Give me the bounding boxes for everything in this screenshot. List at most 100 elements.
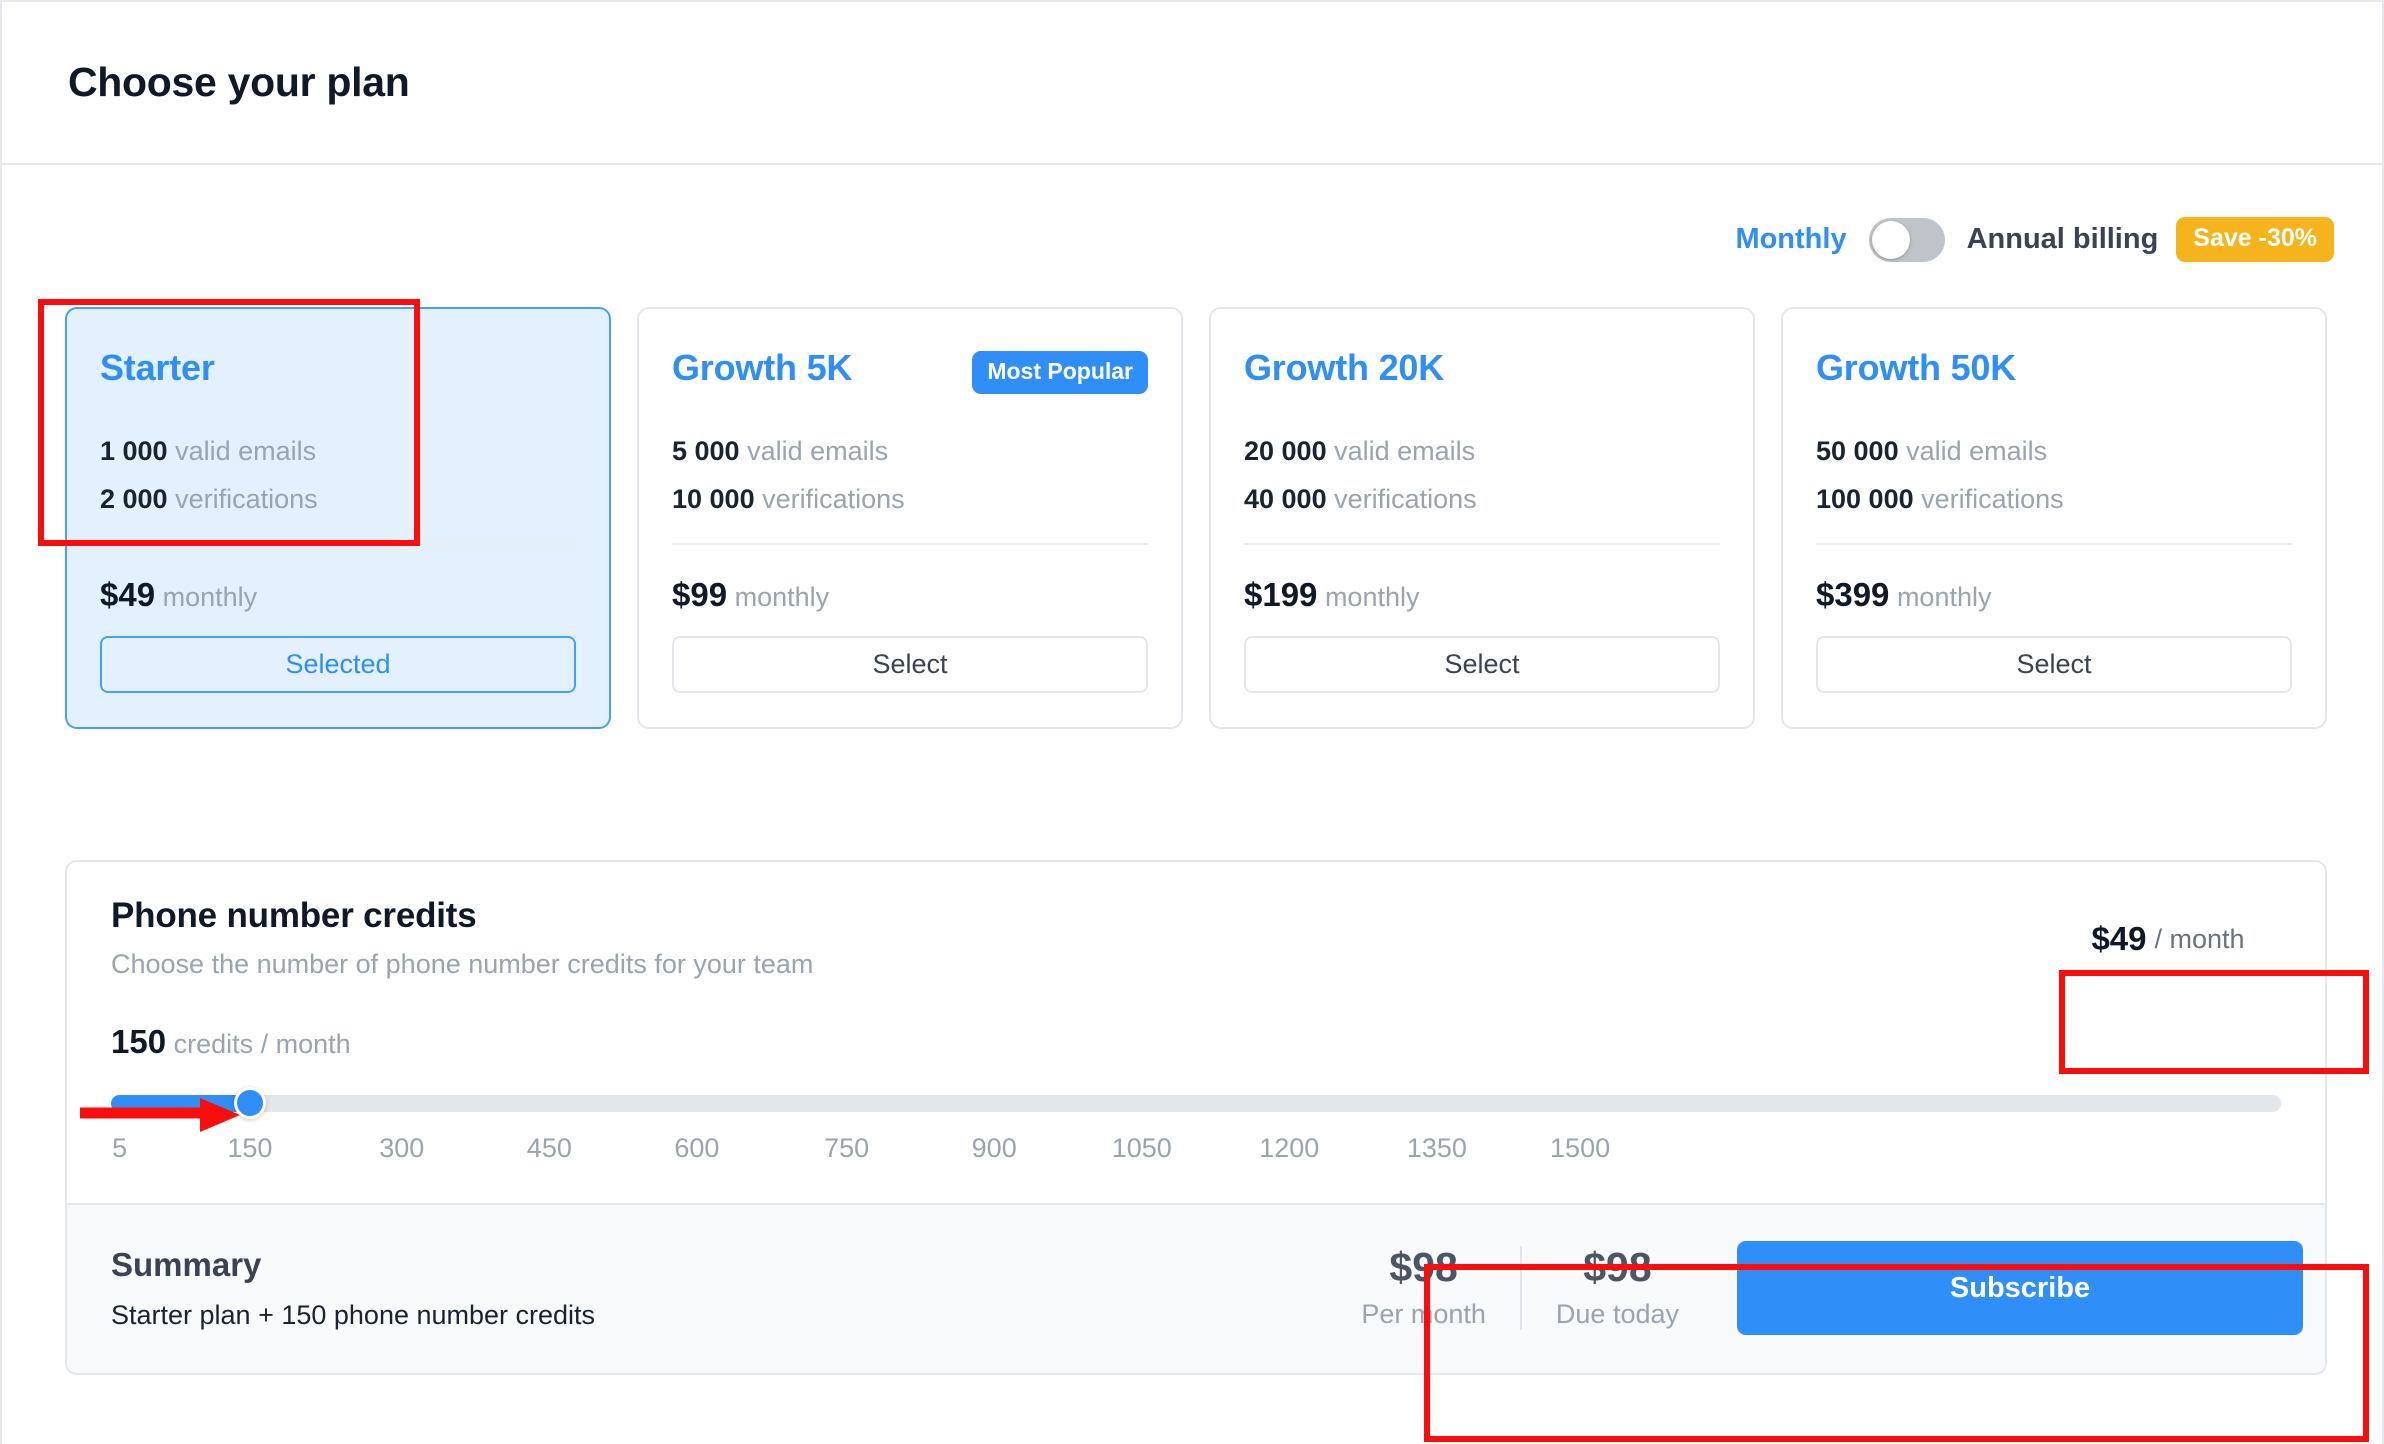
page-header: Choose your plan	[2, 2, 2382, 165]
summary-title: Summary	[111, 1245, 262, 1283]
phone-credits-slider[interactable]	[111, 1087, 2281, 1119]
phone-credits-body: Phone number credits Choose the number o…	[67, 862, 2325, 1203]
phone-credits-title: Phone number credits	[111, 896, 477, 935]
plan-feature-emails-label: valid emails	[1334, 436, 1476, 466]
plan-divider	[672, 542, 1148, 545]
phone-credits-subtitle: Choose the number of phone number credit…	[111, 949, 814, 979]
plan-header: Growth 20K	[1244, 349, 1720, 397]
plan-features: 1 000 valid emails 2 000 verifications	[100, 435, 576, 517]
plan-price-amount: $399	[1816, 575, 1890, 613]
slider-tick: 1050	[1111, 1133, 1172, 1163]
plan-card-growth-50k[interactable]: Growth 50K 50 000 valid emails 100 000 v…	[1781, 307, 2327, 729]
plan-price: $399 monthly	[1816, 576, 2292, 614]
plan-feature-verifications-label: verifications	[1921, 483, 2064, 514]
plan-feature-verifications-value: 10 000	[672, 483, 755, 514]
plan-divider	[1244, 542, 1720, 545]
slider-tick: 1200	[1259, 1133, 1320, 1163]
plan-select-button-growth-50k[interactable]: Select	[1816, 635, 2292, 693]
plan-name: Growth 20K	[1244, 347, 1445, 388]
plan-price-amount: $99	[672, 575, 728, 613]
per-month-label: Per month	[1361, 1299, 1486, 1330]
slider-track[interactable]	[111, 1095, 2281, 1112]
plan-feature-emails: 5 000 valid emails	[672, 435, 1148, 469]
slider-tick: 300	[379, 1133, 425, 1163]
due-today-label: Due today	[1555, 1299, 1679, 1330]
plan-price: $199 monthly	[1244, 576, 1720, 614]
total-due-today: $98 Due today	[1519, 1243, 1713, 1331]
plan-header: Starter	[100, 349, 576, 397]
plan-select-button-growth-20k[interactable]: Select	[1244, 635, 1720, 693]
plan-features: 50 000 valid emails 100 000 verification…	[1816, 435, 2292, 517]
slider-tick: 1500	[1550, 1133, 1611, 1163]
most-popular-badge: Most Popular	[972, 351, 1148, 394]
per-month-amount: $98	[1389, 1243, 1458, 1290]
plan-feature-emails-label: valid emails	[175, 436, 317, 466]
slider-tick: 900	[971, 1133, 1017, 1163]
billing-annual-label[interactable]: Annual billing	[1967, 223, 2159, 256]
slider-fill	[111, 1095, 250, 1112]
plan-select-button-starter[interactable]: Selected	[100, 635, 576, 693]
plan-feature-verifications: 40 000 verifications	[1244, 483, 1720, 517]
pricing-page: Choose your plan Monthly Annual billing …	[0, 0, 2384, 1444]
plan-feature-emails-label: valid emails	[1906, 436, 2048, 466]
plan-price: $99 monthly	[672, 576, 1148, 614]
slider-tick: 450	[526, 1133, 572, 1163]
plan-price-period: monthly	[162, 581, 258, 612]
slider-tick: 1350	[1406, 1133, 1467, 1163]
plan-feature-emails-value: 5 000	[672, 436, 740, 466]
plan-divider	[100, 542, 576, 545]
plan-feature-emails: 50 000 valid emails	[1816, 435, 2292, 469]
plan-card-starter[interactable]: Starter 1 000 valid emails 2 000 verific…	[65, 307, 611, 729]
plan-price-amount: $49	[100, 575, 156, 613]
plan-feature-verifications-value: 40 000	[1244, 483, 1327, 514]
billing-period-switcher: Monthly Annual billing Save -30%	[1735, 217, 2334, 262]
phone-credits-current-value: 150 credits / month	[111, 1023, 2281, 1061]
slider-tick: 750	[824, 1133, 870, 1163]
plan-feature-verifications-value: 100 000	[1816, 483, 1914, 514]
plan-feature-emails-label: valid emails	[747, 436, 889, 466]
plan-price-amount: $199	[1244, 575, 1318, 613]
plan-feature-emails: 20 000 valid emails	[1244, 435, 1720, 469]
plan-card-list: Starter 1 000 valid emails 2 000 verific…	[65, 307, 2327, 729]
plan-feature-verifications-label: verifications	[762, 483, 905, 514]
plan-price: $49 monthly	[100, 576, 576, 614]
plan-features: 20 000 valid emails 40 000 verifications	[1244, 435, 1720, 517]
slider-tick: 600	[674, 1133, 720, 1163]
plan-divider	[1816, 542, 2292, 545]
phone-credits-value-label: credits / month	[173, 1029, 351, 1059]
plan-feature-verifications-label: verifications	[175, 483, 318, 514]
plan-name: Starter	[100, 347, 215, 388]
plan-select-button-growth-5k[interactable]: Select	[672, 635, 1148, 693]
plan-card-growth-20k[interactable]: Growth 20K 20 000 valid emails 40 000 ve…	[1209, 307, 1755, 729]
phone-credits-price: $49 / month	[2011, 879, 2325, 999]
plan-feature-emails-value: 50 000	[1816, 436, 1899, 466]
plan-feature-verifications: 10 000 verifications	[672, 483, 1148, 517]
subscribe-button[interactable]: Subscribe	[1737, 1241, 2303, 1335]
plan-feature-verifications-label: verifications	[1334, 483, 1477, 514]
slider-thumb[interactable]	[233, 1087, 266, 1119]
plan-feature-emails-value: 1 000	[100, 436, 168, 466]
plan-features: 5 000 valid emails 10 000 verifications	[672, 435, 1148, 517]
plan-feature-verifications-value: 2 000	[100, 483, 168, 514]
page-title: Choose your plan	[68, 59, 410, 105]
slider-tick-labels: 5 150 300 450 600 750 900 1050 1200 1350…	[111, 1133, 2281, 1167]
plan-header: Growth 50K	[1816, 349, 2292, 397]
plan-header: Growth 5K Most Popular	[672, 349, 1148, 397]
due-today-amount: $98	[1583, 1243, 1652, 1290]
phone-credits-price-label: / month	[2154, 923, 2245, 954]
summary-bar: Summary Starter plan + 150 phone number …	[67, 1203, 2325, 1373]
billing-toggle[interactable]	[1868, 217, 1945, 262]
summary-totals: $98 Per month $98 Due today Subscribe	[1327, 1241, 2325, 1335]
plan-feature-emails-value: 20 000	[1244, 436, 1327, 466]
plan-feature-verifications: 100 000 verifications	[1816, 483, 2292, 517]
billing-monthly-label[interactable]: Monthly	[1735, 223, 1846, 256]
billing-toggle-knob	[1871, 220, 1910, 259]
summary-description: Starter plan + 150 phone number credits	[111, 1299, 596, 1330]
plan-feature-verifications: 2 000 verifications	[100, 483, 576, 517]
plan-card-growth-5k[interactable]: Growth 5K Most Popular 5 000 valid email…	[637, 307, 1183, 729]
plan-name: Growth 50K	[1816, 347, 2017, 388]
phone-credits-value-number: 150	[111, 1023, 167, 1060]
plan-price-period: monthly	[1324, 581, 1420, 612]
slider-tick: 150	[227, 1133, 273, 1163]
phone-credits-card: Phone number credits Choose the number o…	[65, 860, 2327, 1375]
